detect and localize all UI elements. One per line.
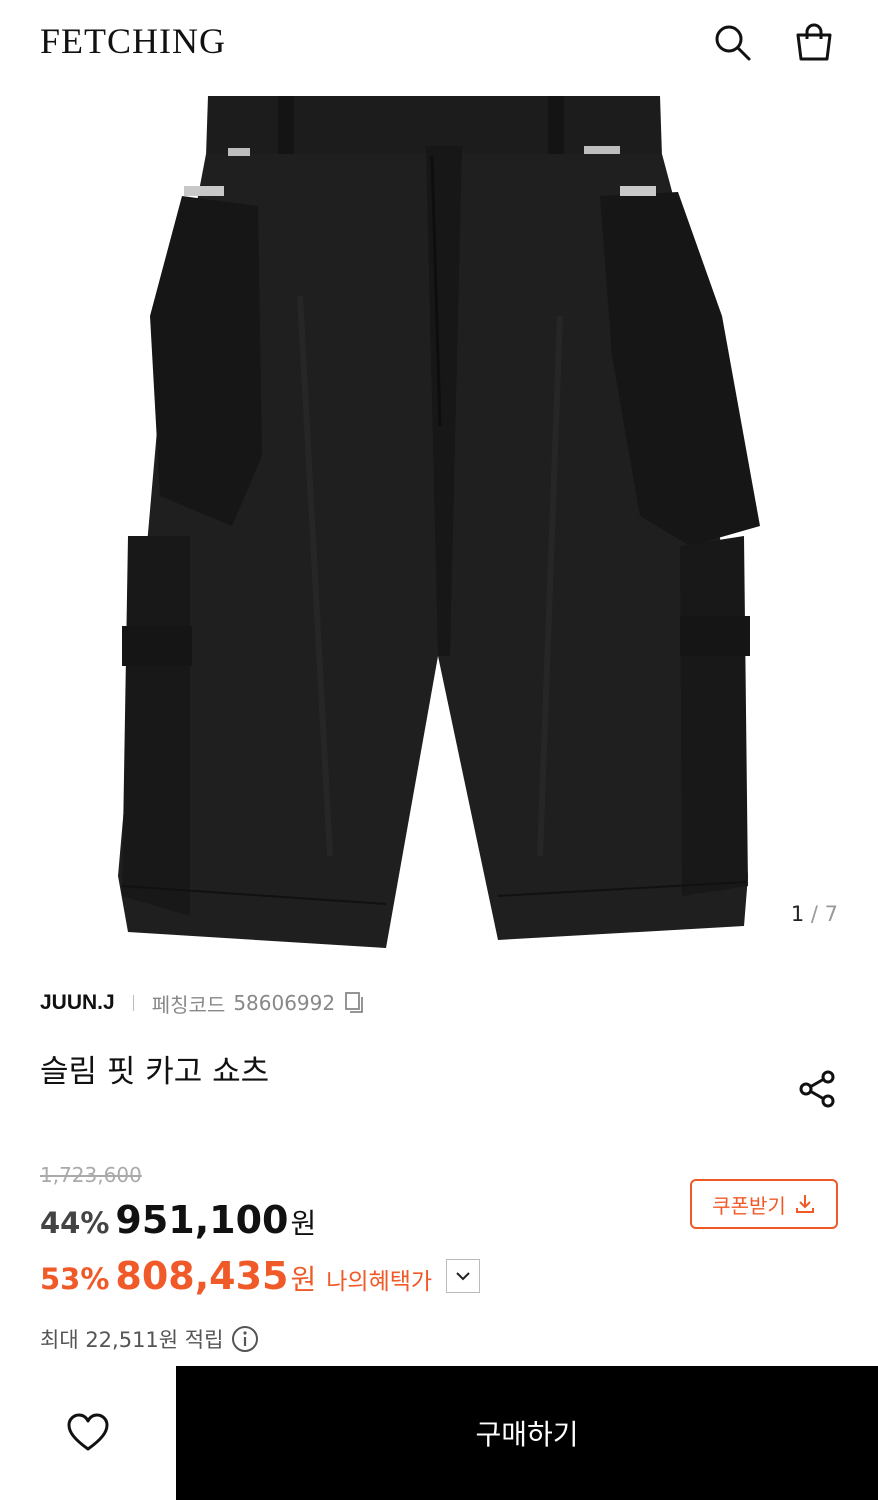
benefit-price: 808,435	[115, 1254, 289, 1298]
copy-code-button[interactable]	[343, 991, 367, 1015]
benefit-expand-button[interactable]	[446, 1259, 481, 1293]
image-counter-current: 1	[790, 902, 805, 926]
download-icon	[795, 1195, 814, 1213]
buy-button[interactable]: 구매하기	[176, 1366, 878, 1500]
points-info-button[interactable]	[231, 1325, 259, 1353]
share-icon	[799, 1070, 835, 1108]
search-icon	[715, 25, 751, 61]
header: FETCHING	[0, 0, 878, 88]
product-title: 슬림 핏 카고 쇼츠	[40, 1054, 270, 1090]
brand-row: JUUN.J 페칭코드 58606992	[40, 988, 367, 1018]
bottom-action-bar: 구매하기	[0, 1366, 878, 1500]
sale-price: 951,100	[115, 1198, 289, 1242]
fetching-logo[interactable]: FETCHING	[40, 20, 226, 62]
cart-button[interactable]	[792, 20, 836, 64]
benefit-price-row: 53% 808,435 원 나의혜택가	[40, 1254, 481, 1298]
shopping-bag-icon	[796, 23, 832, 61]
share-button[interactable]	[796, 1067, 840, 1111]
image-counter-separator: /	[804, 902, 825, 926]
reward-points: 최대 22,511원 적립	[40, 1324, 259, 1354]
benefit-price-label: 나의혜택가	[326, 1269, 433, 1295]
fetching-code-value: 58606992	[233, 991, 336, 1015]
discount-rate: 44%	[40, 1206, 110, 1240]
original-price: 1,723,600	[40, 1163, 142, 1187]
image-counter-total: 7	[824, 902, 838, 926]
coupon-download-button[interactable]: 쿠폰받기	[690, 1179, 838, 1229]
search-button[interactable]	[710, 20, 754, 64]
chevron-down-icon	[456, 1272, 470, 1281]
brand-name[interactable]: JUUN.J	[40, 991, 115, 1015]
info-icon	[232, 1326, 259, 1352]
divider	[132, 995, 134, 1011]
reward-points-text: 최대 22,511원 적립	[40, 1328, 224, 1352]
coupon-label: 쿠폰받기	[712, 1193, 786, 1218]
benefit-currency-unit: 원	[290, 1263, 317, 1296]
buy-button-label: 구매하기	[475, 1418, 579, 1451]
product-image-gallery[interactable]	[0, 96, 878, 956]
image-counter: 1 / 7	[791, 902, 838, 926]
wishlist-button[interactable]	[0, 1366, 176, 1500]
heart-icon	[67, 1413, 109, 1451]
copy-icon	[345, 992, 364, 1013]
product-image	[118, 96, 760, 948]
fetching-code-label: 페칭코드	[151, 992, 226, 1017]
sale-price-row: 44% 951,100 원	[40, 1198, 316, 1242]
benefit-discount-rate: 53%	[40, 1262, 110, 1296]
currency-unit: 원	[290, 1207, 317, 1240]
